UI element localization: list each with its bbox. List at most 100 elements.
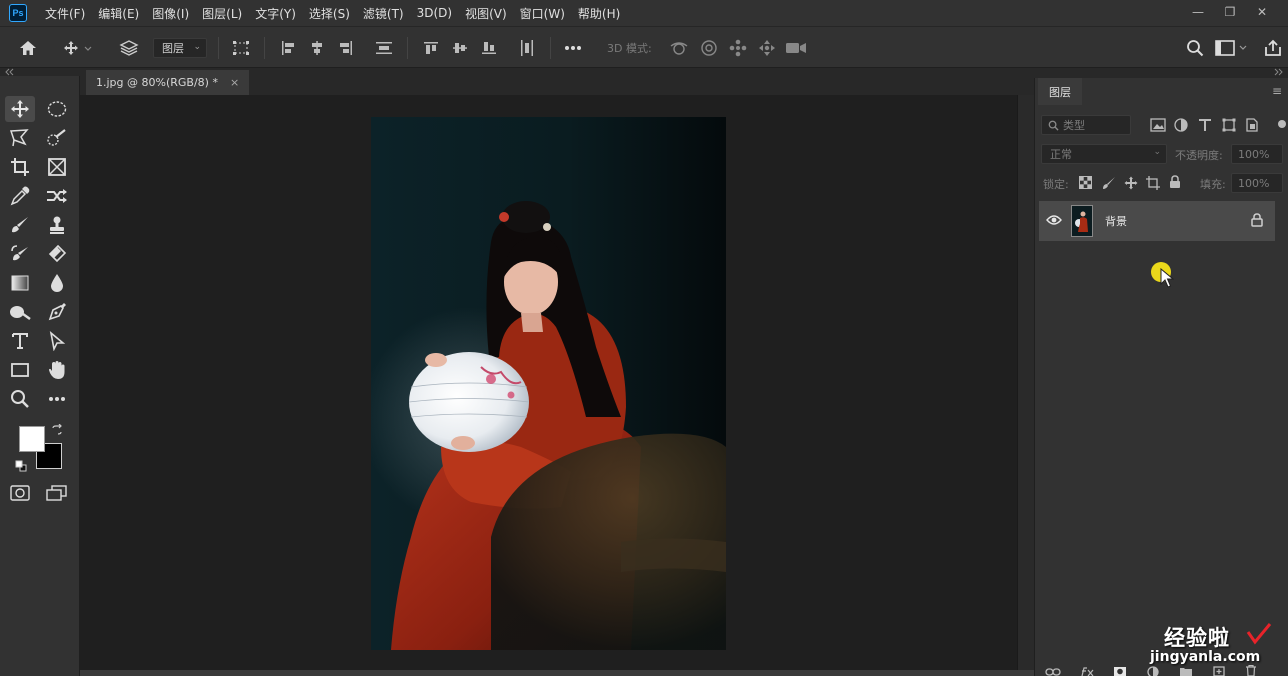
move-tool-preset[interactable] <box>58 27 98 69</box>
panel-menu-icon[interactable]: ≡ <box>1272 84 1282 98</box>
zoom-tool[interactable] <box>5 386 35 412</box>
document-image[interactable] <box>371 117 726 650</box>
path-selection-tool[interactable] <box>42 328 72 354</box>
content-aware-move-tool[interactable] <box>42 183 72 209</box>
menu-select[interactable]: 选择(S) <box>309 5 350 22</box>
watermark-url: jingyanla.com <box>1150 649 1261 665</box>
menu-edit[interactable]: 编辑(E) <box>98 5 139 22</box>
fill-label: 填充: <box>1200 178 1226 191</box>
filter-shape-layers-icon[interactable] <box>1222 118 1236 132</box>
menu-image[interactable]: 图像(I) <box>152 5 189 22</box>
workspace-switcher[interactable] <box>1212 27 1252 69</box>
crop-tool[interactable] <box>5 154 35 180</box>
lock-all-icon[interactable] <box>1169 175 1181 189</box>
blur-tool[interactable] <box>42 270 72 296</box>
edit-toolbar-button[interactable] <box>42 386 72 412</box>
layer-filter-dropdown[interactable]: 类型 <box>1041 115 1131 135</box>
menu-type[interactable]: 文字(Y) <box>255 5 296 22</box>
auto-select-target-dropdown[interactable]: 图层 ⌄ <box>153 38 207 58</box>
dodge-tool[interactable] <box>5 299 35 325</box>
opacity-input[interactable]: 100% <box>1231 144 1283 164</box>
align-vertical-center-icon <box>453 43 467 53</box>
swap-colors-button[interactable] <box>47 423 67 437</box>
menu-layer[interactable]: 图层(L) <box>202 5 242 22</box>
home-button[interactable] <box>14 27 42 69</box>
quick-mask-button[interactable] <box>5 480 35 506</box>
distribute-horizontal-button[interactable] <box>514 27 540 69</box>
gradient-tool[interactable] <box>5 270 35 296</box>
tab-layers[interactable]: 图层 <box>1038 78 1082 105</box>
filter-adjustment-layers-icon[interactable] <box>1174 118 1188 132</box>
3d-scale-button[interactable] <box>783 27 809 69</box>
menu-file[interactable]: 文件(F) <box>45 5 85 22</box>
3d-slide-button[interactable] <box>754 27 780 69</box>
align-right-button[interactable] <box>334 27 358 69</box>
add-mask-icon[interactable] <box>1113 666 1127 676</box>
link-layers-icon[interactable] <box>1045 668 1061 676</box>
blend-mode-dropdown[interactable]: 正常 ⌄ <box>1041 144 1167 164</box>
lock-image-pixels-icon[interactable] <box>1102 176 1116 190</box>
lock-artboard-icon[interactable] <box>1146 176 1160 190</box>
history-brush-tool[interactable] <box>5 241 35 267</box>
pen-tool[interactable] <box>42 299 72 325</box>
vertical-scrollbar[interactable] <box>1017 95 1034 670</box>
lock-transparent-pixels-icon[interactable] <box>1079 176 1092 189</box>
clone-stamp-tool[interactable] <box>42 212 72 238</box>
close-button[interactable]: ✕ <box>1246 2 1278 22</box>
search-button[interactable] <box>1182 27 1208 69</box>
align-vcenter-button[interactable] <box>448 27 472 69</box>
lasso-tool[interactable] <box>5 125 35 151</box>
restore-button[interactable]: ❐ <box>1214 2 1246 22</box>
align-left-button[interactable] <box>276 27 300 69</box>
quick-selection-tool[interactable] <box>42 125 72 151</box>
menu-help[interactable]: 帮助(H) <box>578 5 620 22</box>
move-tool[interactable] <box>5 96 35 122</box>
auto-select-button[interactable] <box>116 27 142 69</box>
divider <box>550 37 551 59</box>
eye-icon[interactable] <box>1046 214 1062 226</box>
3d-orbit-button[interactable] <box>666 27 692 69</box>
rectangle-tool[interactable] <box>5 357 35 383</box>
lock-position-icon[interactable] <box>1124 176 1138 190</box>
menu-filter[interactable]: 滤镜(T) <box>363 5 404 22</box>
type-icon <box>12 333 28 349</box>
layer-name: 背景 <box>1105 215 1127 228</box>
menu-window[interactable]: 窗口(W) <box>520 5 565 22</box>
brush-tool[interactable] <box>5 212 35 238</box>
more-options-button[interactable] <box>560 27 586 69</box>
frame-tool[interactable] <box>42 154 72 180</box>
filter-toggle-icon[interactable] <box>1278 120 1286 128</box>
toolbar-collapse-strip[interactable] <box>0 68 80 76</box>
transform-controls-toggle[interactable] <box>228 27 254 69</box>
align-hcenter-button[interactable] <box>305 27 329 69</box>
align-top-button[interactable] <box>419 27 443 69</box>
frame-icon <box>48 158 66 176</box>
align-bottom-button[interactable] <box>477 27 501 69</box>
default-colors-button[interactable] <box>13 459 29 473</box>
document-tab[interactable]: 1.jpg @ 80%(RGB/8) * × <box>86 70 250 95</box>
distribute-button[interactable] <box>371 27 397 69</box>
hand-tool[interactable] <box>42 357 72 383</box>
share-button[interactable] <box>1261 27 1285 69</box>
screen-mode-button[interactable] <box>42 480 72 506</box>
eyedropper-icon <box>10 186 30 206</box>
filter-type-layers-icon[interactable] <box>1198 118 1212 132</box>
eyedropper-tool[interactable] <box>5 183 35 209</box>
video-camera-icon <box>786 43 806 53</box>
filter-smart-objects-icon[interactable] <box>1245 118 1259 132</box>
fx-icon[interactable] <box>1079 667 1095 676</box>
3d-roll-button[interactable] <box>696 27 722 69</box>
fill-input[interactable]: 100% <box>1231 173 1283 193</box>
menu-3d[interactable]: 3D(D) <box>417 6 452 20</box>
eraser-tool[interactable] <box>42 241 72 267</box>
3d-pan-button[interactable] <box>725 27 751 69</box>
filter-pixel-layers-icon[interactable] <box>1150 118 1166 132</box>
minimize-button[interactable]: — <box>1182 2 1214 22</box>
foreground-color-swatch[interactable] <box>19 426 45 452</box>
marquee-tool[interactable] <box>42 96 72 122</box>
more-dots-icon <box>565 46 581 50</box>
menu-view[interactable]: 视图(V) <box>465 5 507 22</box>
type-tool[interactable] <box>5 328 35 354</box>
close-icon[interactable]: × <box>230 76 239 89</box>
layer-row[interactable]: 背景 <box>1039 201 1275 241</box>
